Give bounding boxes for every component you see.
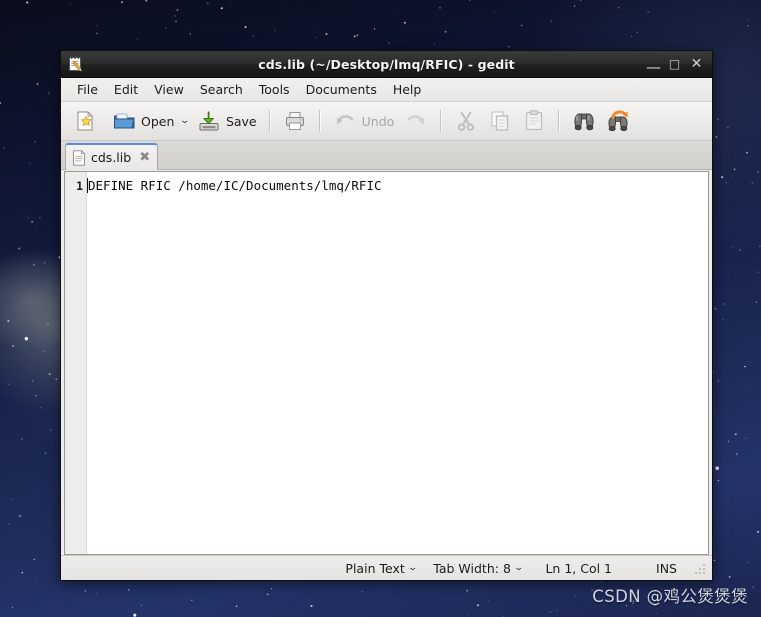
tabbar: cds.lib ✖ <box>61 141 712 170</box>
menu-view[interactable]: View <box>146 80 192 99</box>
menu-help[interactable]: Help <box>385 80 430 99</box>
toolbar-separator <box>318 110 321 132</box>
save-disk-icon <box>197 109 221 133</box>
binoculars-icon <box>572 109 596 133</box>
close-button[interactable]: ✕ <box>690 57 703 71</box>
window-title: cds.lib (~/Desktop/lmq/RFIC) - gedit <box>258 56 515 72</box>
menu-edit[interactable]: Edit <box>106 80 146 99</box>
menu-file[interactable]: File <box>69 80 106 99</box>
copy-icon <box>488 109 512 133</box>
replace-button[interactable] <box>601 106 635 136</box>
open-button[interactable]: Open <box>107 106 179 136</box>
tab-width-selector[interactable]: Tab Width: 8 ⌄ <box>422 561 533 576</box>
gedit-app-icon <box>67 55 85 73</box>
menubar: File Edit View Search Tools Documents He… <box>61 78 712 102</box>
text-document-icon <box>72 149 86 166</box>
toolbar: Open ⌄ Save Undo <box>61 102 712 141</box>
line-number-gutter: 1 <box>65 172 87 554</box>
print-button[interactable] <box>278 106 312 136</box>
window-controls: — □ ✕ <box>646 57 712 75</box>
gedit-window: cds.lib (~/Desktop/lmq/RFIC) - gedit — □… <box>60 50 713 581</box>
open-folder-icon <box>112 109 136 133</box>
binoculars-replace-icon <box>606 109 630 133</box>
new-document-button[interactable] <box>68 106 107 136</box>
toolbar-separator <box>558 110 561 132</box>
minimize-button[interactable]: — <box>646 59 661 75</box>
open-label: Open <box>141 113 175 129</box>
insert-mode-indicator: INS <box>656 560 677 576</box>
undo-button[interactable]: Undo <box>328 106 400 136</box>
save-label: Save <box>225 113 257 129</box>
undo-arrow-icon <box>333 109 357 133</box>
redo-arrow-icon <box>404 109 428 133</box>
find-button[interactable] <box>567 106 601 136</box>
editor-container: 1 DEFINE RFIC /home/IC/Documents/lmq/RFI… <box>61 170 712 555</box>
code-area[interactable]: DEFINE RFIC /home/IC/Documents/lmq/RFIC <box>87 172 708 554</box>
new-document-icon <box>73 109 97 133</box>
language-selector[interactable]: Plain Text ⌄ <box>334 561 422 576</box>
statusbar: Plain Text ⌄ Tab Width: 8 ⌄ Ln 1, Col 1 … <box>61 555 712 580</box>
window-titlebar[interactable]: cds.lib (~/Desktop/lmq/RFIC) - gedit — □… <box>61 51 712 78</box>
open-chevron-down-icon[interactable]: ⌄ <box>180 116 190 126</box>
toolbar-separator <box>440 110 443 132</box>
menu-documents[interactable]: Documents <box>298 80 385 99</box>
tab-close-icon[interactable]: ✖ <box>139 151 150 164</box>
tab-label: cds.lib <box>91 150 132 165</box>
tab-cds-lib[interactable]: cds.lib ✖ <box>65 143 159 170</box>
text-editor[interactable]: 1 DEFINE RFIC /home/IC/Documents/lmq/RFI… <box>64 171 709 555</box>
redo-button[interactable] <box>399 106 433 136</box>
tab-width-value: 8 <box>502 560 511 576</box>
menu-tools[interactable]: Tools <box>251 80 298 99</box>
tab-width-label: Tab Width: <box>433 560 499 576</box>
cut-button[interactable] <box>449 106 483 136</box>
paste-button[interactable] <box>517 106 551 136</box>
line-number: 1 <box>76 179 83 193</box>
undo-label: Undo <box>361 113 395 129</box>
save-button[interactable]: Save <box>192 106 262 136</box>
scissors-icon <box>454 109 478 133</box>
print-icon <box>283 109 307 133</box>
resize-grip[interactable] <box>695 562 707 574</box>
copy-button[interactable] <box>483 106 517 136</box>
chevron-down-icon: ⌄ <box>513 563 524 573</box>
maximize-button[interactable]: □ <box>668 58 681 70</box>
language-label: Plain Text <box>345 560 405 576</box>
toolbar-separator <box>268 110 271 132</box>
cursor-position: Ln 1, Col 1 <box>545 560 613 576</box>
menu-search[interactable]: Search <box>192 80 251 99</box>
code-line: DEFINE RFIC /home/IC/Documents/lmq/RFIC <box>88 178 382 193</box>
paste-clipboard-icon <box>522 109 546 133</box>
chevron-down-icon: ⌄ <box>407 563 418 573</box>
